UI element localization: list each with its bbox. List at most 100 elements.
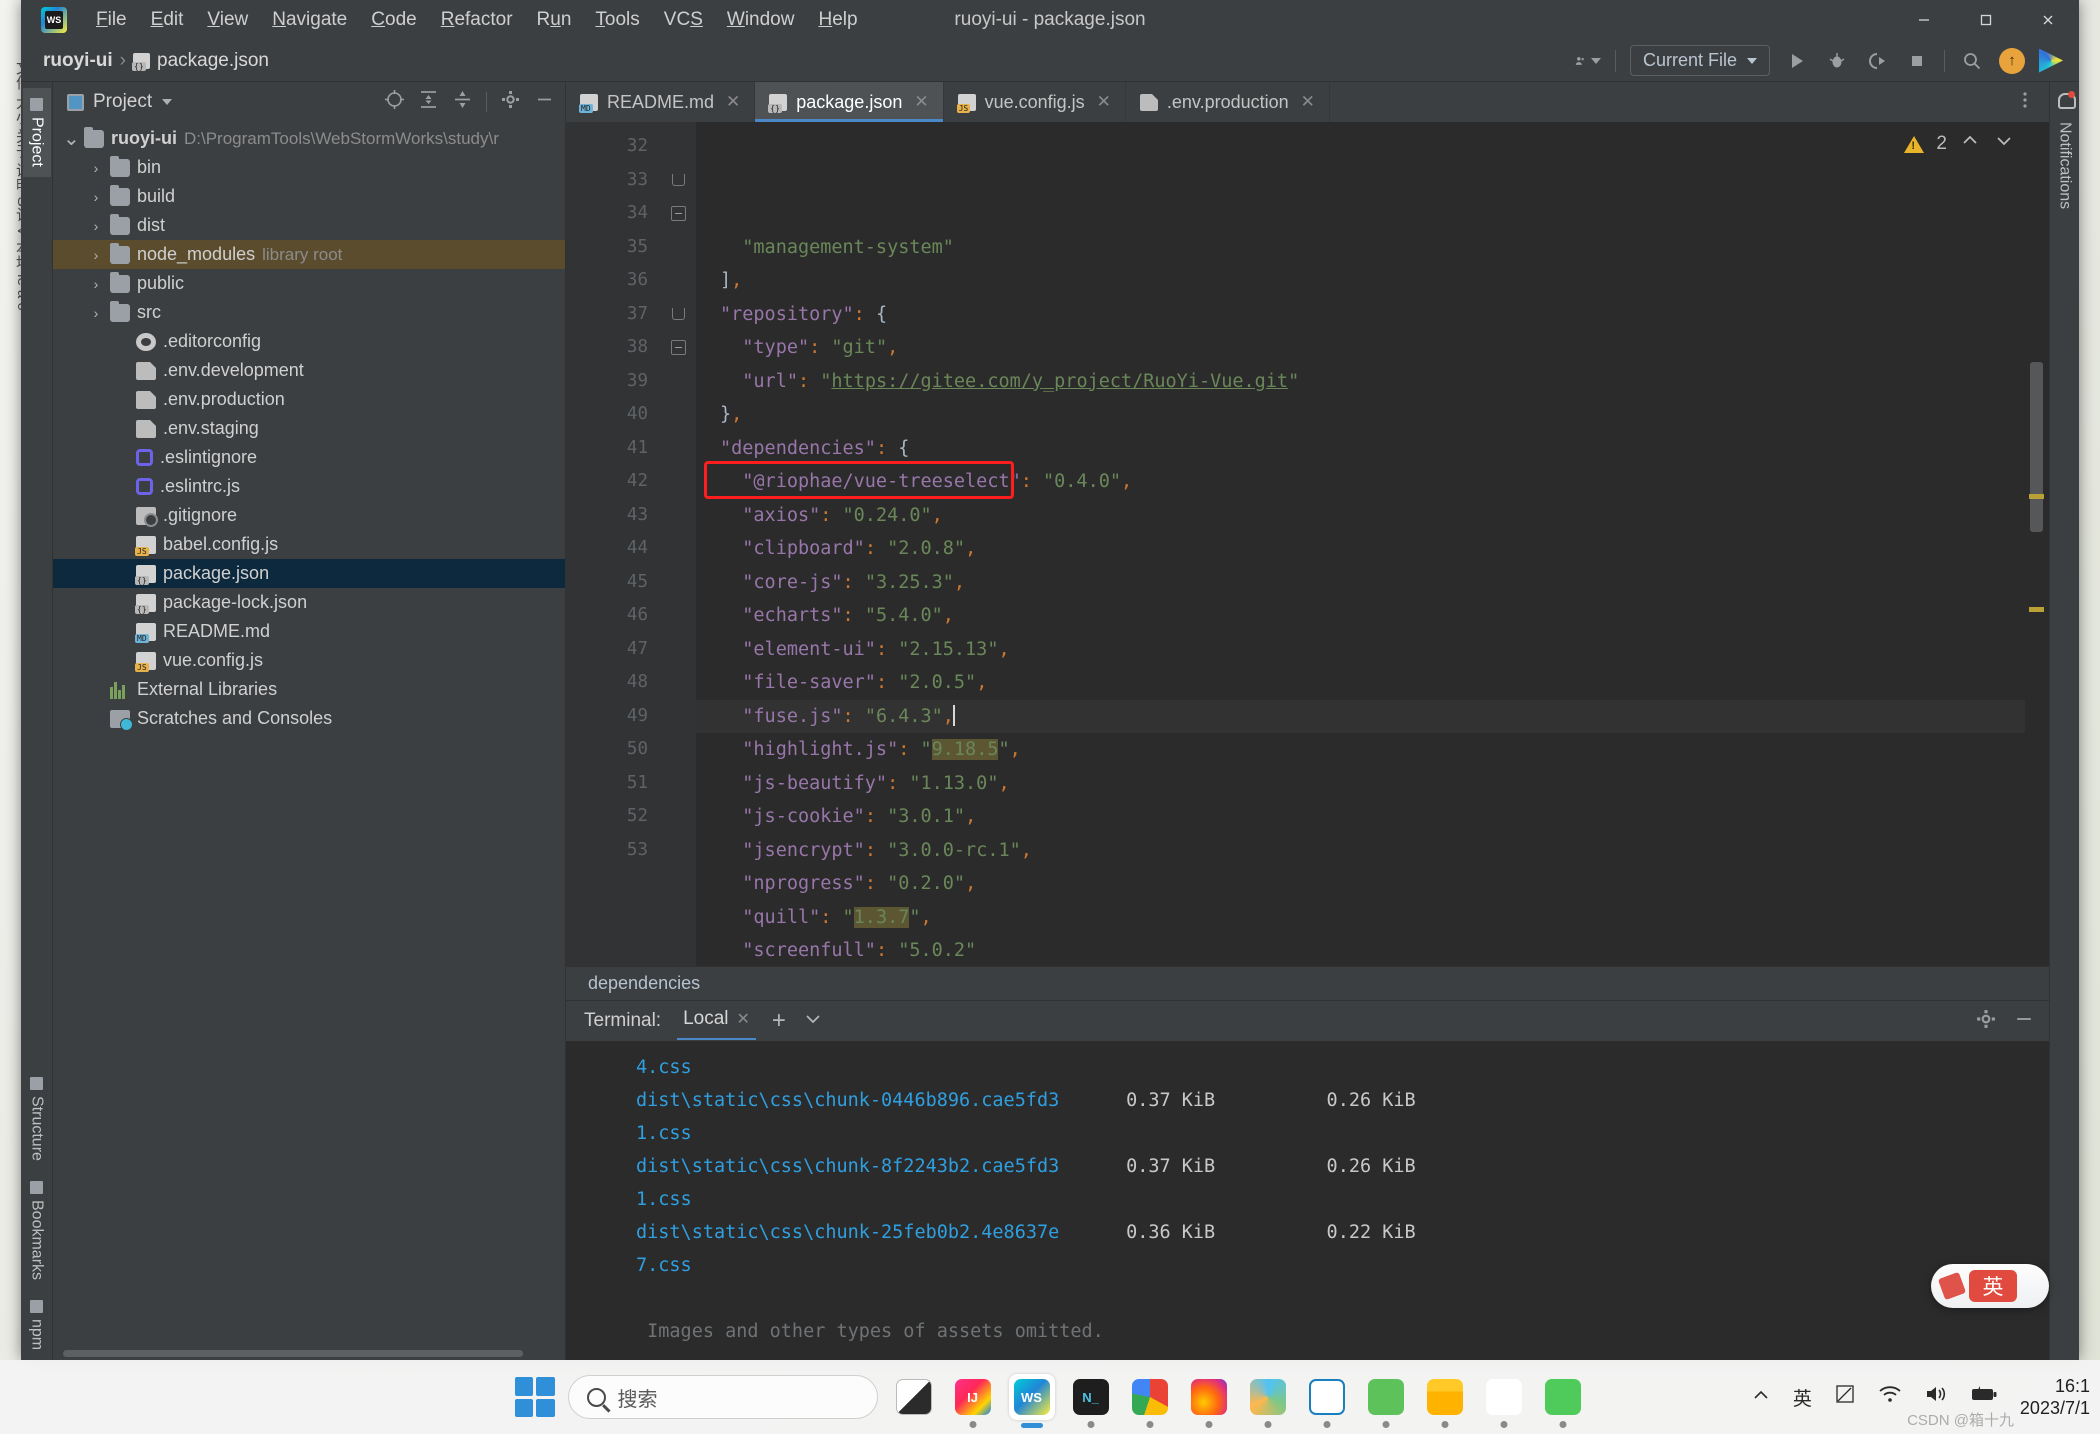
tree-node-dist[interactable]: › dist: [53, 211, 565, 240]
tree-node-package-lock-json[interactable]: ›package-lock.json: [53, 588, 565, 617]
tree-node--gitignore[interactable]: ›.gitignore: [53, 501, 565, 530]
menu-refactor[interactable]: Refactor: [430, 5, 524, 35]
tree-node-babel-config-js[interactable]: ›babel.config.js: [53, 530, 565, 559]
tray-ime-indicator[interactable]: 英: [1793, 1384, 1812, 1411]
ide-badge-icon[interactable]: [2039, 48, 2063, 73]
menu-view[interactable]: View: [196, 5, 259, 35]
menu-code[interactable]: Code: [360, 5, 427, 35]
code-line[interactable]: "highlight.js": "9.18.5",: [696, 733, 2025, 767]
tree-node-external-libraries[interactable]: ›External Libraries: [53, 675, 565, 704]
hide-panel-icon[interactable]: [534, 89, 555, 115]
tree-node-build[interactable]: › build: [53, 182, 565, 211]
project-file-tree[interactable]: ⌄ ruoyi-ui D:\ProgramTools\WebStormWorks\s…: [53, 122, 565, 1346]
stop-icon[interactable]: [1904, 48, 1930, 74]
error-stripe-mark[interactable]: [2029, 607, 2044, 612]
chevron-up-icon[interactable]: [1751, 1386, 1771, 1408]
wifi-icon[interactable]: [1878, 1384, 1902, 1410]
tool-window-notifications[interactable]: Notifications: [2056, 116, 2074, 215]
menu-window[interactable]: Window: [716, 5, 806, 35]
editor-tabs-more-icon[interactable]: [2015, 90, 2035, 115]
tree-node--eslintrc-js[interactable]: ›.eslintrc.js: [53, 472, 565, 501]
add-terminal-icon[interactable]: +: [772, 1009, 786, 1033]
terminal-options-icon[interactable]: [802, 1010, 824, 1033]
chevron-right-icon[interactable]: ›: [89, 247, 103, 263]
taskbar-app-vmware[interactable]: [1304, 1374, 1350, 1420]
close-icon[interactable]: ✕: [1097, 92, 1111, 112]
tree-node-readme-md[interactable]: ›README.md: [53, 617, 565, 646]
code-line[interactable]: "axios": "0.24.0",: [696, 499, 2025, 533]
code-line[interactable]: "file-saver": "2.0.5",: [696, 666, 2025, 700]
taskbar-app-evernote[interactable]: [1363, 1374, 1409, 1420]
chevron-right-icon[interactable]: ›: [89, 160, 103, 176]
taskbar-search-input[interactable]: 搜索: [567, 1375, 878, 1419]
chevron-right-icon[interactable]: ›: [89, 189, 103, 205]
code-line[interactable]: "type": "git",: [696, 331, 2025, 365]
close-icon[interactable]: ✕: [1301, 92, 1315, 112]
run-with-coverage-icon[interactable]: [1864, 48, 1890, 74]
tool-window-npm[interactable]: npm: [23, 1290, 51, 1360]
project-tree-horizontal-scrollbar[interactable]: [53, 1346, 565, 1360]
settings-gear-icon[interactable]: [500, 89, 521, 115]
taskbar-app-gradient-app[interactable]: [1245, 1374, 1291, 1420]
taskbar-app-webstorm[interactable]: WS: [1008, 1374, 1055, 1420]
collapse-all-icon[interactable]: [452, 89, 473, 115]
tool-window-structure[interactable]: Structure: [23, 1067, 51, 1171]
code-content[interactable]: "management-system"], "repository": { "ty…: [696, 122, 2025, 966]
code-line[interactable]: "nprogress": "0.2.0",: [696, 867, 2025, 901]
error-stripe-mark[interactable]: [2029, 494, 2044, 499]
pen-icon[interactable]: [1937, 1271, 1967, 1301]
volume-icon[interactable]: [1924, 1384, 1948, 1410]
taskbar-app-wechat[interactable]: [1540, 1374, 1586, 1420]
tool-window-bookmarks[interactable]: Bookmarks: [23, 1171, 51, 1290]
code-line[interactable]: "screenfull": "5.0.2": [696, 934, 2025, 966]
code-line[interactable]: "fuse.js": "6.4.3",: [696, 699, 2025, 733]
chevron-down-icon[interactable]: ⌄: [63, 129, 80, 149]
tree-node-package-json[interactable]: ›package.json: [53, 559, 565, 588]
editor-tab-readme-md[interactable]: README.md ✕: [566, 82, 756, 122]
run-configuration-selector[interactable]: Current File: [1629, 45, 1770, 76]
menu-tools[interactable]: Tools: [584, 5, 650, 35]
code-line[interactable]: "js-cookie": "3.0.1",: [696, 800, 2025, 834]
breadcrumb-project[interactable]: ruoyi-ui: [43, 50, 113, 72]
fold-marker[interactable]: [660, 298, 696, 332]
close-button[interactable]: [2017, 0, 2079, 40]
taskbar-app-firefox[interactable]: [1186, 1374, 1232, 1420]
code-line[interactable]: ],: [696, 264, 2025, 298]
tree-node--env-production[interactable]: ›.env.production: [53, 385, 565, 414]
code-line[interactable]: "clipboard": "2.0.8",: [696, 532, 2025, 566]
notifications-bell-icon[interactable]: [2056, 91, 2076, 110]
code-line[interactable]: "@riophae/vue-treeselect": "0.4.0",: [696, 465, 2025, 499]
editor-scrollbar[interactable]: [2025, 122, 2049, 966]
terminal-tab-local[interactable]: Local ✕: [677, 1002, 756, 1040]
menu-help[interactable]: Help: [807, 5, 868, 35]
menu-vcs[interactable]: VCS: [653, 5, 714, 35]
tree-node-public[interactable]: › public: [53, 269, 565, 298]
taskbar-app-task-view[interactable]: [891, 1374, 937, 1420]
scrollbar-thumb[interactable]: [2030, 362, 2043, 532]
search-everywhere-icon[interactable]: [1959, 48, 1985, 74]
taskbar-app-google-chrome[interactable]: [1127, 1374, 1173, 1420]
menu-edit[interactable]: Edit: [140, 5, 195, 35]
hide-panel-icon[interactable]: [2013, 1008, 2035, 1035]
tree-node-scratches-and-consoles[interactable]: ›Scratches and Consoles: [53, 704, 565, 733]
taskbar-app-file-explorer[interactable]: [1422, 1374, 1468, 1420]
editor-tab--env-production[interactable]: .env.production ✕: [1126, 82, 1330, 122]
code-line[interactable]: "element-ui": "2.15.13",: [696, 633, 2025, 667]
close-icon[interactable]: ✕: [726, 92, 740, 112]
taskbar-app-notepad-next[interactable]: N_: [1068, 1374, 1114, 1420]
code-line[interactable]: "echarts": "5.4.0",: [696, 599, 2025, 633]
minimize-button[interactable]: [1893, 0, 1955, 40]
code-line[interactable]: "management-system": [696, 231, 2025, 265]
tree-node--env-staging[interactable]: ›.env.staging: [53, 414, 565, 443]
code-line[interactable]: },: [696, 398, 2025, 432]
terminal-output[interactable]: 4.css dist\static\css\chunk-0446b896.cae5…: [566, 1041, 2049, 1360]
chevron-down-icon[interactable]: [1993, 132, 2015, 156]
code-line[interactable]: "repository": {: [696, 298, 2025, 332]
breadcrumb-file[interactable]: package.json: [157, 50, 269, 72]
code-line[interactable]: "url": "https://gitee.com/y_project/RuoY…: [696, 365, 2025, 399]
taskbar-clock[interactable]: 16:1 2023/7/1: [2020, 1375, 2090, 1420]
fold-marker[interactable]: [660, 197, 696, 231]
tree-node--env-development[interactable]: ›.env.development: [53, 356, 565, 385]
run-icon[interactable]: [1784, 48, 1810, 74]
chevron-down-icon[interactable]: [162, 99, 173, 105]
